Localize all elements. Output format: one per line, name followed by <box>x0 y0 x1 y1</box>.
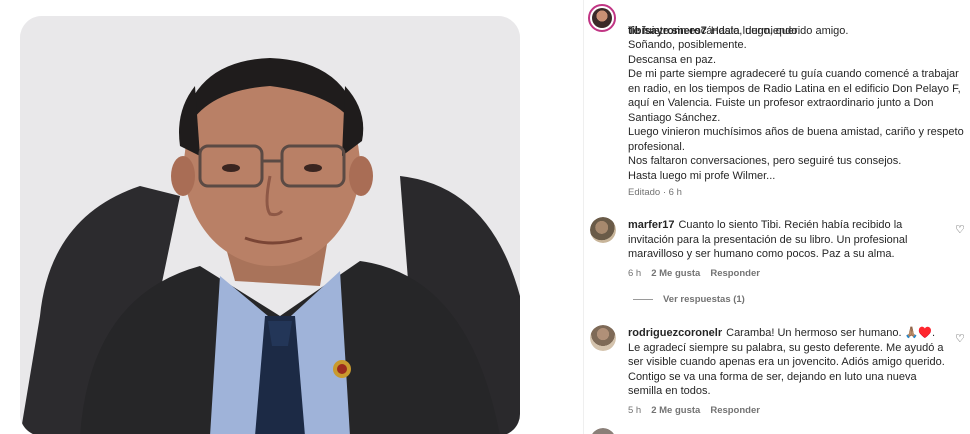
comment-likes[interactable]: 2 Me gusta <box>651 405 700 416</box>
comment-meta: 6 h 2 Me gusta Responder <box>628 268 760 279</box>
caption-line-3: Soñando, posiblemente. <box>628 39 747 51</box>
post-media-panel <box>0 0 583 434</box>
reply-button[interactable]: Responder <box>710 268 760 279</box>
comment-marfer17: marfer17 Cuanto lo siento Tibi. Recién ha… <box>628 218 946 262</box>
comment-likes[interactable]: 2 Me gusta <box>651 268 700 279</box>
like-comment-icon[interactable]: ♡ <box>955 225 965 236</box>
comment-username[interactable]: rodriguezcoronelr <box>628 327 722 339</box>
edited-label: Editado · 6 h <box>628 187 682 198</box>
reply-button[interactable]: Responder <box>710 405 760 416</box>
replies-line <box>633 299 653 300</box>
author-avatar[interactable] <box>588 4 616 32</box>
caption-line-6: Luego vinieron muchísimos años de buena … <box>628 126 964 153</box>
comment-avatar-rodriguezcoronelr[interactable] <box>590 325 616 351</box>
view-replies-button[interactable]: Ver respuestas (1) <box>633 294 745 305</box>
caption-line-5: De mi parte siempre agradeceré tu guía c… <box>628 68 961 124</box>
comment-time[interactable]: 5 h <box>628 405 641 416</box>
comment-time[interactable]: 6 h <box>628 268 641 279</box>
caption-line-4: Descansa en paz. <box>628 53 717 66</box>
caption-line-8: Hasta luego mi profe Wilmer... <box>628 169 776 182</box>
caption-line-2: Te fuiste sin escándalo, durmiendo. <box>628 24 801 37</box>
portrait-photo <box>20 16 520 434</box>
comment-avatar-partial[interactable] <box>590 428 616 434</box>
caption-line-7: Nos faltaron conversaciones, pero seguir… <box>628 155 902 167</box>
comment-meta: 5 h 2 Me gusta Responder <box>628 405 760 416</box>
caption-meta: Editado · 6 h <box>628 187 682 198</box>
post-viewer: tibisayromero7 Hasta luego, querido amigo… <box>0 0 970 434</box>
comment-username[interactable]: marfer17 <box>628 219 674 231</box>
comments-panel: tibisayromero7 Hasta luego, querido amigo… <box>584 0 970 434</box>
view-replies-label[interactable]: Ver respuestas (1) <box>663 294 745 305</box>
post-image[interactable] <box>20 16 520 434</box>
like-comment-icon[interactable]: ♡ <box>955 334 965 345</box>
comment-rodriguezcoronelr: rodriguezcoronelr Caramba! Un hermoso ser… <box>628 326 946 399</box>
comment-avatar-marfer17[interactable] <box>590 217 616 243</box>
